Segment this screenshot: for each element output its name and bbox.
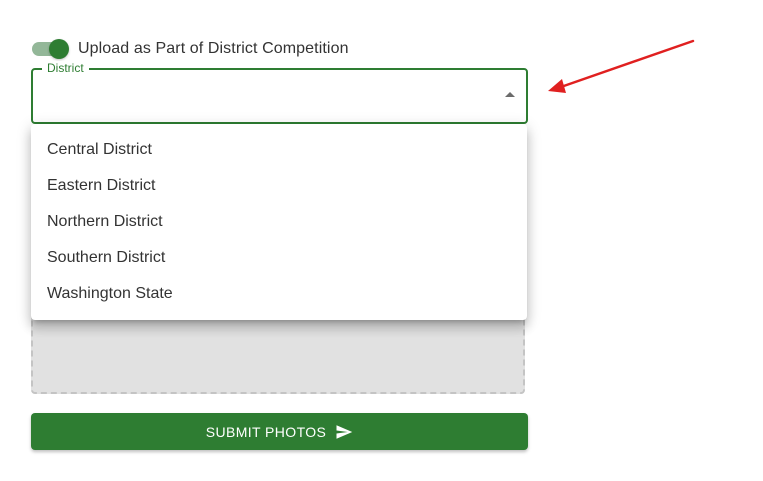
submit-photos-label: SUBMIT PHOTOS xyxy=(205,423,327,440)
toggle-thumb[interactable] xyxy=(49,39,69,59)
menu-item-southern-district[interactable]: Southern District xyxy=(31,240,527,276)
toggle-label: Upload as Part of District Competition xyxy=(78,40,349,57)
district-competition-toggle-row: Upload as Part of District Competition xyxy=(31,37,349,61)
district-select-legend: District xyxy=(42,61,89,75)
red-annotation-arrow-icon xyxy=(548,39,695,93)
dropdown-arrow-up-icon[interactable] xyxy=(505,92,515,97)
upload-form-page: Upload as Part of District Competition D… xyxy=(0,0,763,481)
send-icon xyxy=(335,423,353,441)
menu-item-washington-state[interactable]: Washington State xyxy=(31,276,527,312)
menu-item-eastern-district[interactable]: Eastern District xyxy=(31,168,527,204)
district-options-menu: Central District Eastern District Northe… xyxy=(31,124,527,320)
menu-item-central-district[interactable]: Central District xyxy=(31,132,527,168)
district-competition-toggle[interactable] xyxy=(31,38,69,60)
submit-photos-button[interactable]: SUBMIT PHOTOS xyxy=(31,413,528,450)
menu-item-northern-district[interactable]: Northern District xyxy=(31,204,527,240)
district-select[interactable]: District xyxy=(31,61,528,124)
